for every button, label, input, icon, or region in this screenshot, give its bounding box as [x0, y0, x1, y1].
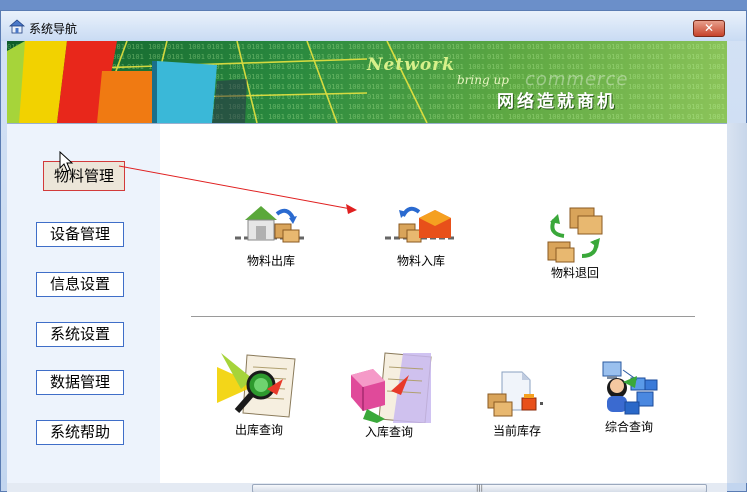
- material-return-item[interactable]: 物料退回: [537, 206, 613, 281]
- close-icon: ✕: [703, 21, 715, 35]
- section-divider: [191, 316, 695, 318]
- combined-query-label: 综合查询: [604, 420, 653, 434]
- banner: 0101 1001 Network bring up commerc: [7, 41, 727, 123]
- right-frame-edge: [727, 123, 747, 483]
- close-button[interactable]: ✕: [693, 20, 725, 37]
- material-return-label: 物料退回: [550, 266, 599, 280]
- window-title: 系统导航: [29, 22, 78, 36]
- title-bar[interactable]: 系统导航 ✕: [1, 11, 746, 41]
- search-in-icon: [345, 349, 433, 423]
- outbound-query-item[interactable]: 出库查询: [217, 349, 301, 438]
- material-inbound-label: 物料入库: [396, 254, 445, 268]
- main-content: 物料管理 设备管理 信息设置 系统设置 数据管理 系统帮助 物料出库 物料入库 …: [7, 123, 727, 484]
- banner-subtitle: bring up: [457, 73, 509, 87]
- app-home-icon: [9, 19, 25, 34]
- material-inbound-item[interactable]: 物料入库: [381, 202, 461, 269]
- network-query-icon: [602, 361, 658, 415]
- navigation-window: 系统导航 ✕ 0101 1001: [0, 10, 747, 492]
- outbound-query-label: 出库查询: [234, 423, 283, 437]
- banner-network-text: Network: [367, 55, 455, 75]
- material-outbound-item[interactable]: 物料出库: [231, 202, 311, 269]
- warehouse-out-icon: [235, 206, 307, 243]
- combined-query-item[interactable]: 综合查询: [593, 358, 665, 435]
- inventory-icon: [487, 371, 543, 417]
- scrollbar-thumb[interactable]: |||: [252, 484, 707, 492]
- horizontal-scrollbar[interactable]: |||: [7, 483, 727, 492]
- banner-slogan: 网络造就商机: [497, 92, 617, 112]
- inbound-query-label: 入库查询: [364, 425, 413, 439]
- current-inventory-item[interactable]: 当前库存: [475, 370, 559, 439]
- inbound-query-item[interactable]: 入库查询: [345, 349, 433, 440]
- search-out-icon: [217, 349, 301, 421]
- warehouse-in-icon: [385, 206, 457, 243]
- return-boxes-icon: [547, 207, 603, 263]
- current-inventory-label: 当前库存: [492, 424, 541, 438]
- material-outbound-label: 物料出库: [246, 254, 295, 268]
